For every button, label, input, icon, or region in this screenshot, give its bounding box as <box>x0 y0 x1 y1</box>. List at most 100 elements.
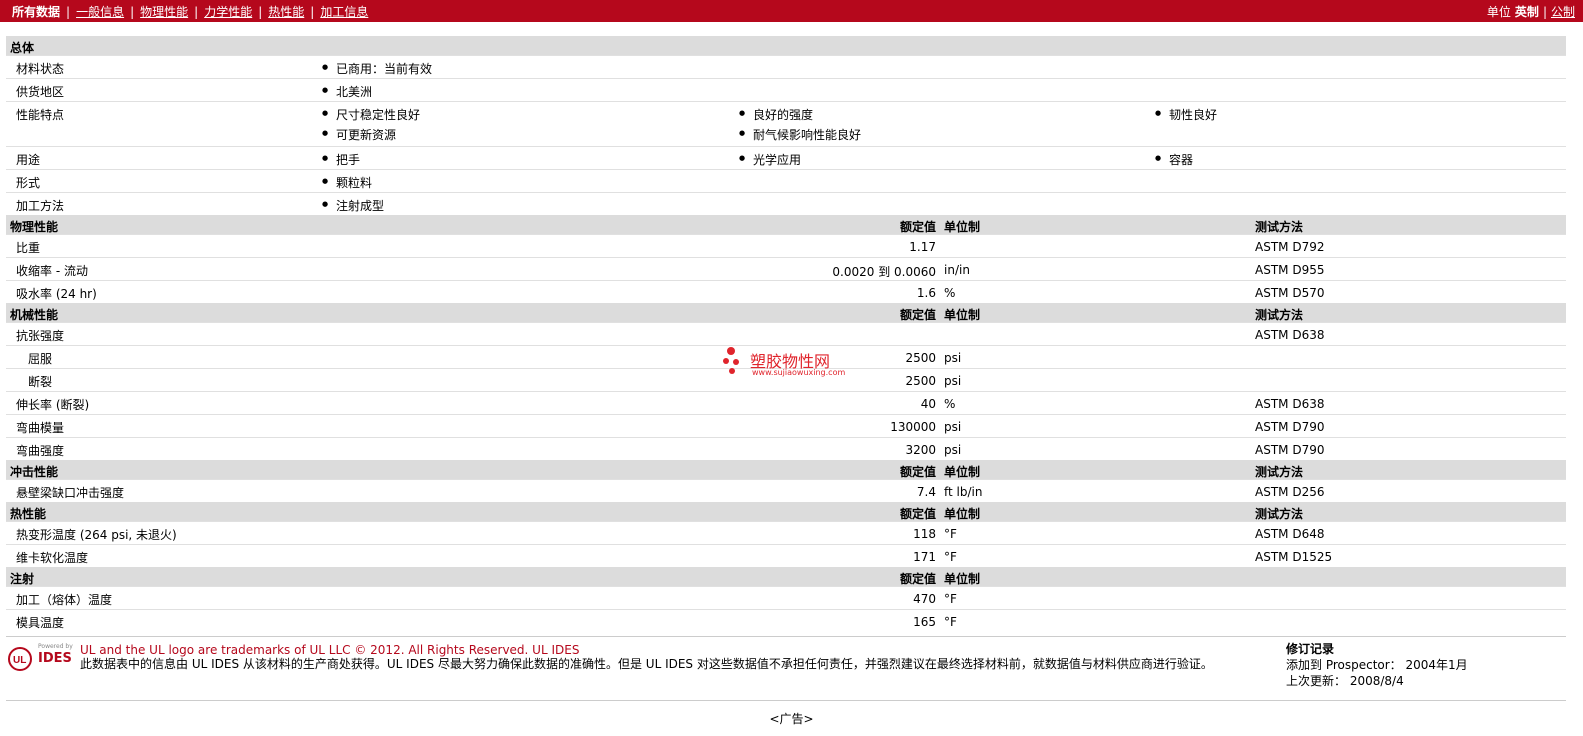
row-label: 性能特点 <box>16 108 65 122</box>
col-method: 测试方法 <box>1255 507 1304 521</box>
row-unit: psi <box>944 374 962 388</box>
revision-added: 添加到 Prospector： 2004年1月 <box>1286 658 1468 672</box>
row-value: 1.6 <box>916 286 936 300</box>
table-row: 吸水率 (24 hr) 1.6% ASTM D570 <box>6 280 1566 303</box>
section-title: 冲击性能 <box>10 465 59 479</box>
watermark-logo: 塑胶物性网 www.sujiaowuxing.com <box>722 346 852 382</box>
list-item: 颗粒料 <box>322 174 372 191</box>
section-title: 注射 <box>10 572 35 586</box>
row-unit: psi <box>944 351 962 365</box>
nav-mechanical[interactable]: 力学性能 <box>204 5 252 19</box>
table-row: 悬壁梁缺口冲击强度 7.4 ft lb/in ASTM D256 <box>6 479 1566 502</box>
row-label: 收缩率 - 流动 <box>16 264 88 278</box>
row-label: 形式 <box>16 176 41 190</box>
col-nominal: 额定值 <box>899 308 936 322</box>
row-value: 2500 <box>905 351 936 365</box>
section-header-physical: 物理性能 额定值 单位制 测试方法 <box>6 215 1566 234</box>
row-unit: ft lb/in <box>944 485 983 499</box>
section-header-impact: 冲击性能 额定值 单位制 测试方法 <box>6 460 1566 479</box>
list-item: 耐气候影响性能良好 <box>739 126 861 143</box>
row-value: 171 <box>913 550 936 564</box>
trademark-text: UL and the UL logo are trademarks of UL … <box>80 643 580 657</box>
row-method: ASTM D792 <box>1255 240 1325 254</box>
row-method: ASTM D638 <box>1255 397 1325 411</box>
table-row: 弯曲强度 3200 psi ASTM D790 <box>6 437 1566 460</box>
ad-label: <广告> <box>769 712 814 726</box>
section-header-mechanical: 机械性能 额定值 单位制 测试方法 <box>6 303 1566 322</box>
row-value: 165 <box>913 615 936 629</box>
watermark-url: www.sujiaowuxing.com <box>752 368 846 377</box>
row-method: ASTM D790 <box>1255 420 1325 434</box>
col-method: 测试方法 <box>1255 220 1304 234</box>
list-item: 可更新资源 <box>322 126 396 143</box>
table-row: 供货地区 北美洲 <box>6 78 1566 101</box>
row-unit: °F <box>944 592 957 606</box>
row-label: 吸水率 (24 hr) <box>16 287 97 301</box>
row-value: 2500 <box>905 374 936 388</box>
footer: UL Powered by IDES UL and the UL logo ar… <box>6 636 1566 699</box>
section-title: 总体 <box>10 41 35 55</box>
row-label: 弯曲模量 <box>16 421 65 435</box>
list-item: 光学应用 <box>739 151 801 168</box>
col-method: 测试方法 <box>1255 465 1304 479</box>
row-label: 弯曲强度 <box>16 444 65 458</box>
row-method: ASTM D638 <box>1255 328 1325 342</box>
nav-processing[interactable]: 加工信息 <box>320 5 368 19</box>
row-label: 材料状态 <box>16 62 65 76</box>
row-label: 屈服 <box>28 352 53 366</box>
table-row: 比重 1.17 ASTM D792 <box>6 234 1566 257</box>
section-title: 物理性能 <box>10 220 59 234</box>
row-value: 130000 <box>890 420 936 434</box>
col-unit: 单位制 <box>944 308 981 322</box>
disclaimer-text: 此数据表中的信息由 UL IDES 从该材料的生产商处获得。UL IDES 尽最… <box>80 657 1213 671</box>
row-method: ASTM D570 <box>1255 286 1325 300</box>
row-label: 悬壁梁缺口冲击强度 <box>16 486 125 500</box>
row-label: 加工方法 <box>16 199 65 213</box>
list-item: 已商用：当前有效 <box>322 60 432 77</box>
nav-physical[interactable]: 物理性能 <box>140 5 188 19</box>
table-row: 加工（熔体）温度 470 °F <box>6 586 1566 609</box>
col-method: 测试方法 <box>1255 308 1304 322</box>
list-item: 韧性良好 <box>1155 106 1217 123</box>
row-label: 抗张强度 <box>16 329 65 343</box>
table-row: 模具温度 165 °F <box>6 609 1566 632</box>
section-nav: 所有数据 | 一般信息 | 物理性能 | 力学性能 | 热性能 | 加工信息 <box>12 5 369 19</box>
divider <box>6 700 1566 701</box>
revision-history: 修订记录 添加到 Prospector： 2004年1月 上次更新： 2008/… <box>1286 641 1468 689</box>
row-label: 热变形温度 (264 psi, 未退火) <box>16 528 177 542</box>
revision-updated: 上次更新： 2008/8/4 <box>1286 674 1404 688</box>
table-row: 伸长率 (断裂) 40% ASTM D638 <box>6 391 1566 414</box>
row-value: 1.17 <box>909 240 936 254</box>
row-label: 维卡软化温度 <box>16 551 89 565</box>
unit-metric-link[interactable]: 公制 <box>1551 5 1575 19</box>
row-method: ASTM D256 <box>1255 485 1325 499</box>
list-item: 注射成型 <box>322 197 384 214</box>
row-label: 断裂 <box>28 375 53 389</box>
units-label: 单位 <box>1486 5 1511 19</box>
nav-general-info[interactable]: 一般信息 <box>76 5 124 19</box>
row-label: 伸长率 (断裂) <box>16 398 90 412</box>
row-unit: psi <box>944 420 962 434</box>
row-label: 供货地区 <box>16 85 65 99</box>
row-label: 用途 <box>16 153 41 167</box>
table-row: 收缩率 - 流动 0.0020 到 0.0060 in/in ASTM D955 <box>6 257 1566 280</box>
row-unit: in/in <box>944 263 970 277</box>
col-nominal: 额定值 <box>899 572 936 586</box>
col-nominal: 额定值 <box>899 507 936 521</box>
row-unit: % <box>944 286 956 300</box>
nav-all-data[interactable]: 所有数据 <box>12 5 60 19</box>
section-header-injection: 注射 额定值 单位制 <box>6 567 1566 586</box>
row-method: ASTM D790 <box>1255 443 1325 457</box>
col-unit: 单位制 <box>944 572 981 586</box>
nav-thermal[interactable]: 热性能 <box>268 5 304 19</box>
row-unit: % <box>944 397 956 411</box>
row-value: 3200 <box>905 443 936 457</box>
section-title: 热性能 <box>10 507 47 521</box>
unit-imperial: 英制 <box>1514 5 1539 19</box>
table-row: 用途 把手 光学应用 容器 <box>6 146 1566 169</box>
list-item: 尺寸稳定性良好 <box>322 106 420 123</box>
table-row: 材料状态 已商用：当前有效 <box>6 55 1566 78</box>
table-row: 维卡软化温度 171 °F ASTM D1525 <box>6 544 1566 567</box>
row-method: ASTM D1525 <box>1255 550 1333 564</box>
table-row: 形式 颗粒料 <box>6 169 1566 192</box>
